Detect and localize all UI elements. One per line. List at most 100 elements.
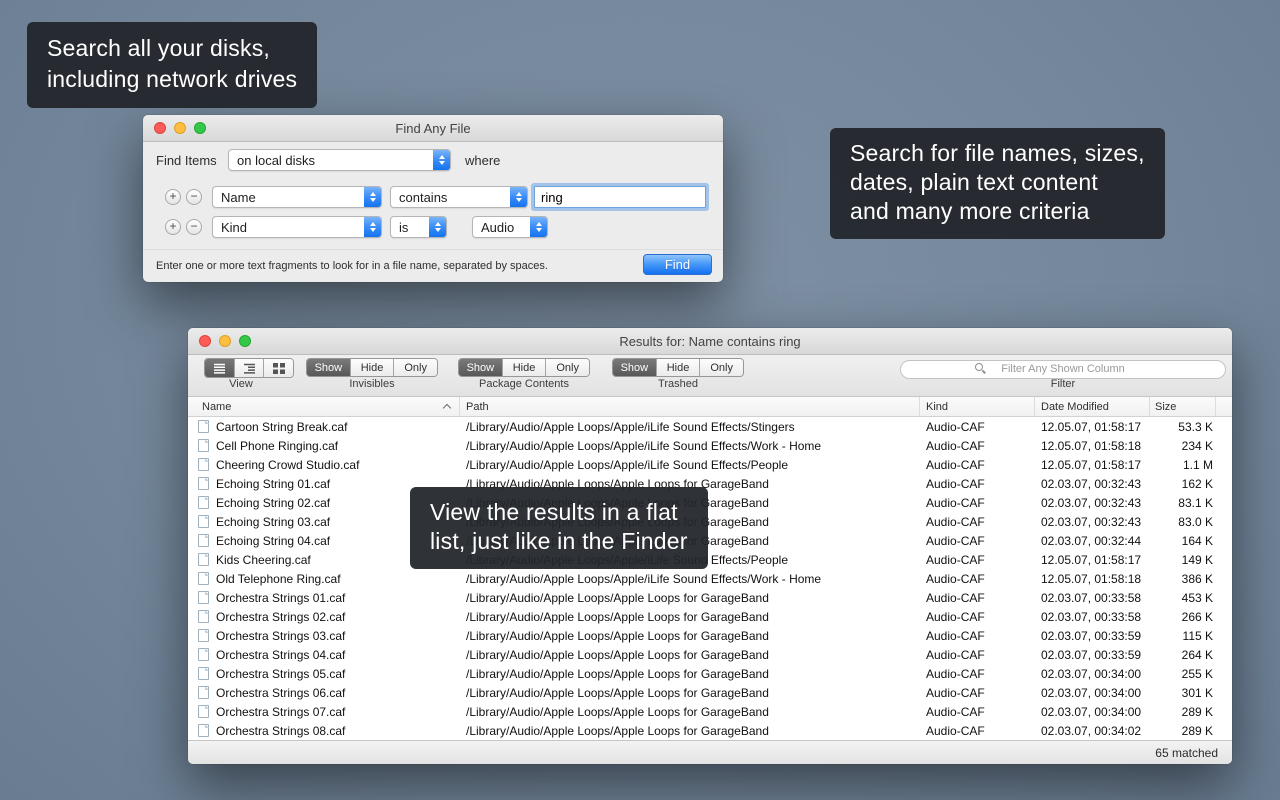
scope-popup[interactable]: on local disks [228, 149, 451, 171]
match-count: 65 matched [1155, 746, 1218, 760]
where-label: where [465, 153, 500, 168]
add-criterion-button[interactable]: + [165, 219, 181, 235]
caption-line: Search all your disks, [47, 33, 297, 64]
column-header-path[interactable]: Path [460, 397, 920, 416]
file-name-cell: Orchestra Strings 03.caf [188, 629, 460, 643]
view-icons-button[interactable] [264, 359, 293, 377]
table-row[interactable]: Orchestra Strings 03.caf/Library/Audio/A… [188, 626, 1232, 645]
document-icon [198, 686, 209, 699]
document-icon [198, 420, 209, 433]
table-row[interactable]: Orchestra Strings 04.caf/Library/Audio/A… [188, 645, 1232, 664]
show-segment[interactable]: Show [459, 359, 503, 376]
filter-input[interactable] [900, 360, 1226, 379]
icon-grid-icon [273, 363, 285, 374]
column-header-spare [1216, 397, 1232, 416]
document-icon [198, 534, 209, 547]
document-icon [198, 439, 209, 452]
file-path: /Library/Audio/Apple Loops/Apple Loops f… [460, 724, 920, 738]
column-header-name[interactable]: Name [188, 397, 460, 416]
document-icon [198, 724, 209, 737]
table-row[interactable]: Orchestra Strings 08.caf/Library/Audio/A… [188, 721, 1232, 740]
segmented-control: ShowHideOnly [306, 358, 438, 377]
kind-value-popup[interactable]: Audio [472, 216, 548, 238]
caption-line: list, just like in the Finder [430, 527, 688, 556]
popup-arrows-icon [429, 216, 447, 238]
table-row[interactable]: Echoing String 02.caf/Library/Audio/Appl… [188, 493, 1232, 512]
attribute-popup[interactable]: Name [212, 186, 382, 208]
window-title: Results for: Name contains ring [619, 334, 800, 349]
file-kind: Audio-CAF [920, 572, 1035, 586]
file-date-modified: 02.03.07, 00:33:59 [1035, 648, 1150, 662]
column-header-kind[interactable]: Kind [920, 397, 1035, 416]
file-name-cell: Orchestra Strings 08.caf [188, 724, 460, 738]
zoom-button[interactable] [239, 335, 251, 347]
table-row[interactable]: Echoing String 01.caf/Library/Audio/Appl… [188, 474, 1232, 493]
zoom-button[interactable] [194, 122, 206, 134]
table-row[interactable]: Orchestra Strings 06.caf/Library/Audio/A… [188, 683, 1232, 702]
search-term-input[interactable] [535, 187, 705, 207]
add-criterion-button[interactable]: + [165, 189, 181, 205]
hide-segment[interactable]: Hide [503, 359, 547, 376]
table-row[interactable]: Kids Cheering.caf/Library/Audio/Apple Lo… [188, 550, 1232, 569]
table-row[interactable]: Orchestra Strings 02.caf/Library/Audio/A… [188, 607, 1232, 626]
document-icon [198, 667, 209, 680]
find-button[interactable]: Find [643, 254, 712, 275]
filter-label: Filter [900, 378, 1226, 390]
file-kind: Audio-CAF [920, 591, 1035, 605]
show-segment[interactable]: Show [307, 359, 351, 376]
attribute-popup[interactable]: Kind [212, 216, 382, 238]
view-hierarchical-button[interactable] [235, 359, 265, 377]
file-kind: Audio-CAF [920, 705, 1035, 719]
file-date-modified: 12.05.07, 01:58:17 [1035, 553, 1150, 567]
file-date-modified: 02.03.07, 00:33:58 [1035, 591, 1150, 605]
table-row[interactable]: Echoing String 04.caf/Library/Audio/Appl… [188, 531, 1232, 550]
close-button[interactable] [199, 335, 211, 347]
footer-separator [143, 249, 723, 250]
table-row[interactable]: Echoing String 03.caf/Library/Audio/Appl… [188, 512, 1232, 531]
minimize-button[interactable] [219, 335, 231, 347]
document-icon [198, 591, 209, 604]
operator-popup[interactable]: is [390, 216, 447, 238]
file-name: Orchestra Strings 03.caf [216, 629, 345, 643]
column-header-date-modified[interactable]: Date Modified [1035, 397, 1150, 416]
hide-segment[interactable]: Hide [657, 359, 701, 376]
results-toolbar: View ShowHideOnlyInvisiblesShowHideOnlyP… [188, 355, 1232, 397]
file-name: Kids Cheering.caf [216, 553, 311, 567]
file-name-cell: Cheering Crowd Studio.caf [188, 458, 460, 472]
file-date-modified: 12.05.07, 01:58:17 [1035, 420, 1150, 434]
file-size: 164 K [1150, 534, 1216, 548]
hide-segment[interactable]: Hide [351, 359, 395, 376]
segmented-control: ShowHideOnly [612, 358, 744, 377]
table-row[interactable]: Cartoon String Break.caf/Library/Audio/A… [188, 417, 1232, 436]
view-flat-list-button[interactable] [205, 359, 235, 377]
remove-criterion-button[interactable]: − [186, 219, 202, 235]
file-size: 289 K [1150, 724, 1216, 738]
file-date-modified: 02.03.07, 00:34:00 [1035, 686, 1150, 700]
file-path: /Library/Audio/Apple Loops/Apple Loops f… [460, 629, 920, 643]
file-date-modified: 12.05.07, 01:58:17 [1035, 458, 1150, 472]
file-path: /Library/Audio/Apple Loops/Apple Loops f… [460, 686, 920, 700]
table-row[interactable]: Orchestra Strings 01.caf/Library/Audio/A… [188, 588, 1232, 607]
table-row[interactable]: Orchestra Strings 05.caf/Library/Audio/A… [188, 664, 1232, 683]
only-segment[interactable]: Only [700, 359, 743, 376]
table-row[interactable]: Old Telephone Ring.caf/Library/Audio/App… [188, 569, 1232, 588]
operator-popup-value: is [399, 220, 408, 235]
show-segment[interactable]: Show [613, 359, 657, 376]
remove-criterion-button[interactable]: − [186, 189, 202, 205]
caption-search-disks: Search all your disks, including network… [27, 22, 317, 108]
table-row[interactable]: Cheering Crowd Studio.caf/Library/Audio/… [188, 455, 1232, 474]
only-segment[interactable]: Only [394, 359, 437, 376]
file-size: 149 K [1150, 553, 1216, 567]
table-row[interactable]: Cell Phone Ringing.caf/Library/Audio/App… [188, 436, 1232, 455]
file-date-modified: 02.03.07, 00:33:58 [1035, 610, 1150, 624]
results-window-titlebar[interactable]: Results for: Name contains ring [188, 328, 1232, 355]
popup-arrows-icon [530, 216, 548, 238]
minimize-button[interactable] [174, 122, 186, 134]
close-button[interactable] [154, 122, 166, 134]
find-window-titlebar[interactable]: Find Any File [143, 115, 723, 142]
operator-popup[interactable]: contains [390, 186, 528, 208]
column-header-size[interactable]: Size [1150, 397, 1216, 416]
caption-line: Search for file names, sizes, [850, 139, 1145, 168]
table-row[interactable]: Orchestra Strings 07.caf/Library/Audio/A… [188, 702, 1232, 721]
only-segment[interactable]: Only [546, 359, 589, 376]
